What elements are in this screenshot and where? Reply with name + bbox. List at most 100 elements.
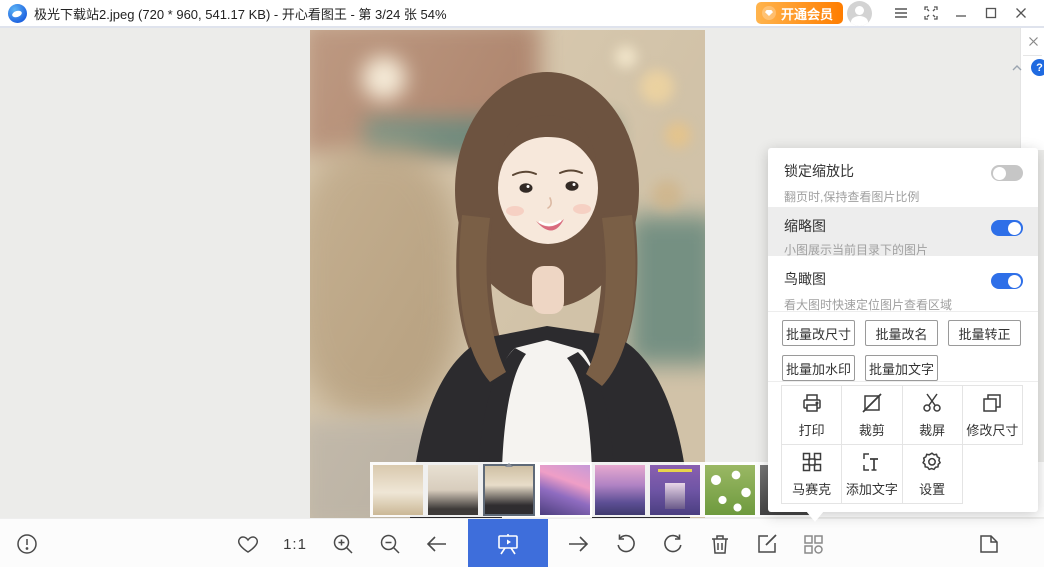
side-strip-divider	[1023, 55, 1042, 56]
batch-resize-button[interactable]: 批量改尺寸	[782, 320, 855, 346]
more-tools-button[interactable]	[799, 530, 827, 558]
tool-label: 裁剪	[859, 420, 885, 439]
setting-title: 鸟瞰图	[784, 269, 1022, 289]
scissors-icon	[920, 391, 944, 415]
collapse-chevron-up-icon[interactable]	[1011, 61, 1023, 73]
mosaic-tool[interactable]: 马赛克	[781, 444, 842, 504]
thumbnail-5[interactable]	[595, 465, 645, 515]
file-icon	[977, 532, 1001, 556]
settings-tool[interactable]: 设置	[902, 444, 963, 504]
zoom-out-icon	[378, 532, 402, 556]
resize-tool[interactable]: 修改尺寸	[962, 385, 1023, 445]
tool-label: 添加文字	[846, 479, 898, 498]
tool-label: 裁屏	[919, 420, 945, 439]
main-image[interactable]	[310, 30, 705, 518]
thumbnail-4[interactable]	[540, 465, 590, 515]
print-tool[interactable]: 打印	[781, 385, 842, 445]
batch-rotate-button[interactable]: 批量转正	[948, 320, 1021, 346]
app-window: 极光下载站2.jpeg (720 * 960, 541.17 KB) - 开心看…	[0, 0, 1044, 567]
vip-button[interactable]: 开通会员	[756, 2, 843, 24]
next-image-button[interactable]	[564, 530, 592, 558]
help-glyph: ?	[1036, 62, 1043, 74]
batch-watermark-button[interactable]: 批量加水印	[782, 355, 855, 381]
minimize-button[interactable]	[946, 0, 976, 26]
apps-grid-icon	[801, 532, 825, 556]
delete-button[interactable]	[706, 530, 734, 558]
side-strip-close-button[interactable]	[1024, 32, 1042, 50]
add-text-tool[interactable]: 添加文字	[841, 444, 902, 504]
batch-rename-button[interactable]: 批量改名	[865, 320, 938, 346]
resize-icon	[980, 391, 1004, 415]
setting-birdview: 鸟瞰图 看大图时快速定位图片查看区域	[768, 256, 1038, 312]
fullscreen-icon	[923, 5, 939, 21]
minimize-icon	[954, 6, 968, 20]
thumbnail-2[interactable]	[428, 465, 478, 515]
tool-label: 设置	[919, 479, 945, 498]
trash-icon	[708, 532, 732, 556]
slideshow-icon	[495, 531, 521, 557]
file-manager-button[interactable]	[975, 530, 1003, 558]
lock-zoom-toggle[interactable]	[991, 165, 1023, 181]
arrow-right-icon	[565, 532, 591, 556]
tool-label: 打印	[799, 420, 825, 439]
tool-label: 修改尺寸	[966, 420, 1018, 439]
vip-button-label: 开通会员	[781, 4, 833, 23]
slideshow-button[interactable]	[468, 519, 548, 567]
previous-image-button[interactable]	[423, 530, 451, 558]
rotate-right-button[interactable]	[659, 530, 687, 558]
setting-title: 锁定缩放比	[784, 161, 1022, 181]
more-tools-panel: 锁定缩放比 翻页时,保持查看图片比例 缩略图 小图展示当前目录下的图片 鸟瞰图 …	[768, 148, 1038, 512]
app-logo-icon	[8, 4, 27, 23]
actual-size-button[interactable]: 1:1	[281, 530, 309, 558]
thumbnail-6[interactable]	[650, 465, 700, 515]
batch-addtext-button[interactable]: 批量加文字	[865, 355, 938, 381]
setting-subtitle: 看大图时快速定位图片查看区域	[784, 296, 1022, 313]
heart-icon	[236, 532, 260, 556]
thumbnails-toggle[interactable]	[991, 220, 1023, 236]
tools-grid: 打印 裁剪 裁屏 修改尺寸	[782, 386, 1023, 504]
thumbnail-7[interactable]	[705, 465, 755, 515]
window-title: 极光下载站2.jpeg (720 * 960, 541.17 KB) - 开心看…	[34, 4, 447, 23]
arrow-left-icon	[424, 532, 450, 556]
menu-button[interactable]	[886, 0, 916, 26]
rotate-right-icon	[661, 532, 685, 556]
help-button[interactable]: ?	[1031, 59, 1044, 76]
setting-lock-zoom: 锁定缩放比 翻页时,保持查看图片比例	[768, 148, 1038, 208]
zoom-out-button[interactable]	[376, 530, 404, 558]
rotate-left-button[interactable]	[612, 530, 640, 558]
zoom-in-icon	[331, 532, 355, 556]
info-icon	[15, 532, 39, 556]
crop-icon	[860, 391, 884, 415]
gem-icon	[762, 6, 776, 20]
user-avatar[interactable]	[847, 1, 872, 26]
tools-grid-empty-cell	[962, 444, 1023, 502]
fullscreen-button[interactable]	[916, 0, 946, 26]
title-bar: 极光下载站2.jpeg (720 * 960, 541.17 KB) - 开心看…	[0, 0, 1044, 28]
batch-buttons-area: 批量改尺寸 批量改名 批量转正 批量加水印 批量加文字	[768, 312, 1038, 382]
setting-thumbnails: 缩略图 小图展示当前目录下的图片	[768, 208, 1038, 256]
printer-icon	[800, 391, 824, 415]
setting-title: 缩略图	[784, 216, 1022, 236]
info-button[interactable]	[13, 530, 41, 558]
close-icon	[1028, 36, 1039, 47]
maximize-button[interactable]	[976, 0, 1006, 26]
screenshot-tool[interactable]: 裁屏	[902, 385, 963, 445]
crop-tool[interactable]: 裁剪	[841, 385, 902, 445]
close-button[interactable]	[1006, 0, 1036, 26]
ratio-label: 1:1	[283, 536, 307, 553]
panel-pointer	[806, 511, 824, 531]
tool-label: 马赛克	[792, 479, 831, 498]
thumbnail-3-selected[interactable]	[483, 464, 535, 516]
add-text-icon	[860, 450, 884, 474]
birdview-toggle[interactable]	[991, 273, 1023, 289]
thumbnail-1[interactable]	[373, 465, 423, 515]
close-icon	[1014, 6, 1028, 20]
mosaic-icon	[800, 450, 824, 474]
portrait-figure	[310, 30, 705, 518]
edit-button[interactable]	[753, 530, 781, 558]
edit-icon	[755, 532, 779, 556]
favorite-button[interactable]	[234, 530, 262, 558]
rotate-left-icon	[614, 532, 638, 556]
hamburger-icon	[893, 5, 909, 21]
zoom-in-button[interactable]	[329, 530, 357, 558]
